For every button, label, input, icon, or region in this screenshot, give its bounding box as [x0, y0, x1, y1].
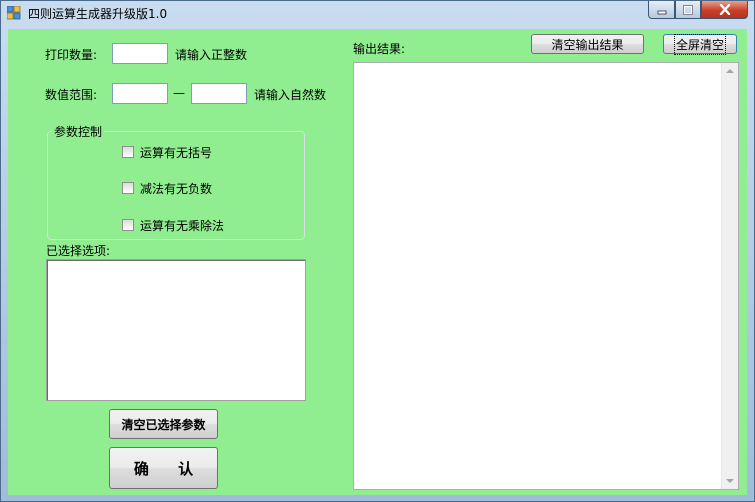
clear-params-label: 清空已选择参数 [121, 417, 206, 432]
clear-all-button[interactable]: 全屏清空 [663, 33, 737, 55]
option-muldiv-label[interactable]: 运算有无乘除法 [140, 217, 224, 234]
output-scrollbar[interactable] [721, 63, 738, 489]
output-label: 输出结果: [353, 42, 406, 56]
app-icon [6, 5, 21, 20]
title-bar[interactable]: 四则运算生成器升级版1.0 [1, 1, 754, 23]
scroll-up-icon[interactable] [726, 69, 734, 73]
option-brackets-label[interactable]: 运算有无括号 [140, 144, 212, 161]
option-muldiv-checkbox[interactable] [122, 219, 134, 231]
clear-output-button[interactable]: 清空输出结果 [531, 34, 644, 54]
option-negative-checkbox[interactable] [122, 182, 134, 194]
client-area: 打印数量: 请输入正整数 数值范围: — 请输入自然数 参数控制 运算有无括号 … [8, 29, 747, 495]
selected-options-label: 已选择选项: [46, 244, 111, 258]
range-label: 数值范围: [45, 88, 98, 102]
clear-params-button[interactable]: 清空已选择参数 [109, 409, 218, 439]
confirm-label: 确 认 [133, 459, 206, 478]
output-textarea[interactable] [353, 62, 739, 490]
print-count-label: 打印数量: [45, 48, 98, 62]
minimize-button[interactable] [648, 1, 675, 19]
option-brackets-checkbox[interactable] [122, 146, 134, 158]
selected-options-textarea[interactable] [46, 259, 306, 401]
clear-all-label: 全屏清空 [673, 33, 727, 55]
range-hint: 请输入自然数 [254, 88, 327, 102]
option-negative-label[interactable]: 减法有无负数 [140, 180, 212, 197]
maximize-icon [683, 4, 693, 15]
window-title: 四则运算生成器升级版1.0 [28, 7, 168, 21]
close-icon [719, 4, 730, 15]
range-max-input[interactable] [191, 83, 247, 104]
print-count-hint: 请输入正整数 [175, 48, 248, 62]
range-min-input[interactable] [112, 83, 168, 104]
scroll-down-icon[interactable] [726, 479, 734, 483]
clear-output-label: 清空输出结果 [551, 37, 624, 52]
main-window: 四则运算生成器升级版1.0 打印数量: 请输入正整数 数值范围: — 请输入自然… [0, 0, 755, 502]
print-count-input[interactable] [112, 43, 168, 64]
confirm-button[interactable]: 确 认 [109, 447, 218, 489]
close-button[interactable] [701, 1, 748, 19]
maximize-button[interactable] [675, 1, 701, 19]
minimize-icon [657, 10, 666, 14]
params-group-label: 参数控制 [52, 123, 105, 140]
range-separator: — [173, 86, 185, 100]
